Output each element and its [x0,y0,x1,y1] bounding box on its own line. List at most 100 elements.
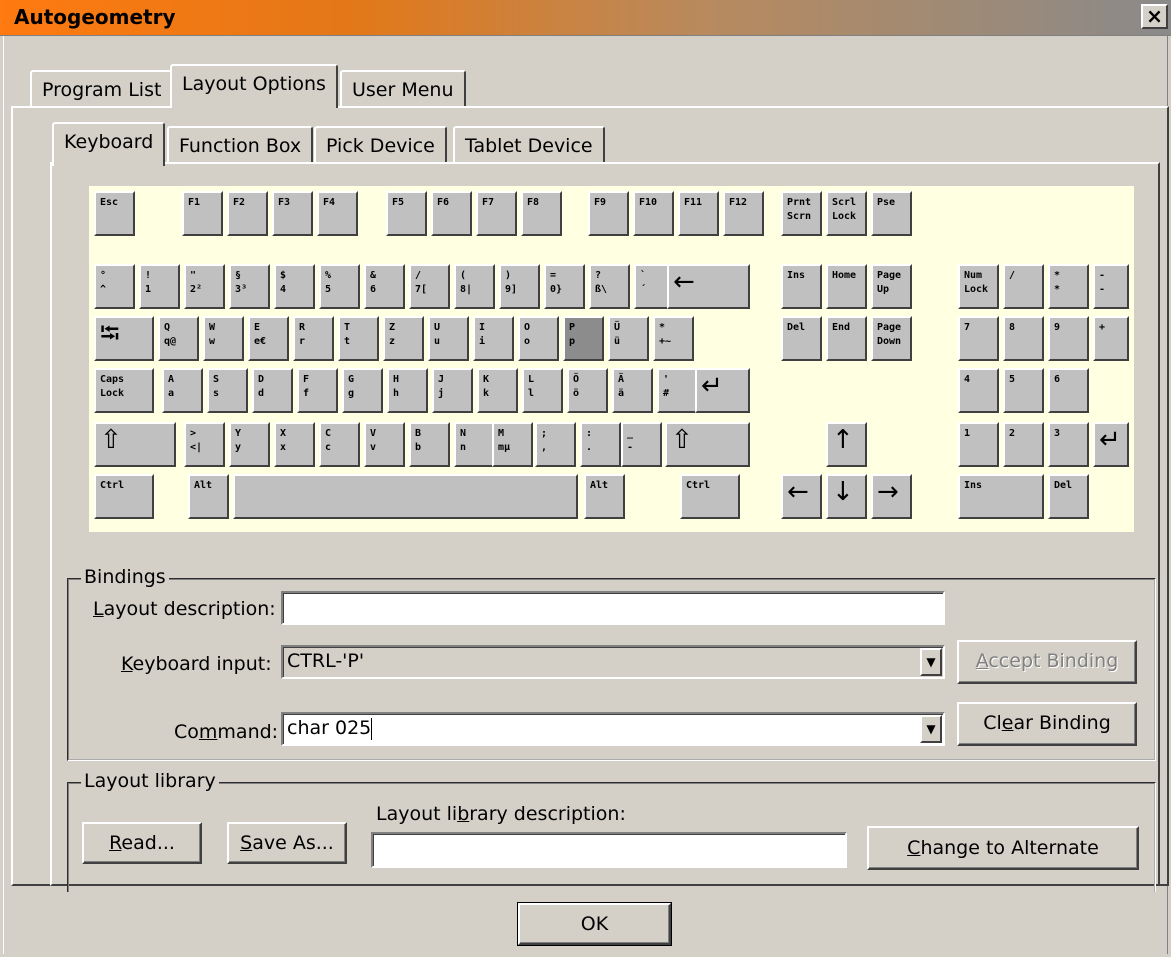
clear-binding-button[interactable]: Clear Binding [957,702,1137,746]
key-l[interactable]: L l [522,368,563,413]
key-period[interactable]: : . [580,422,621,467]
key-g[interactable]: G g [342,368,383,413]
keyboard-input-combo[interactable]: CTRL-'P' ▼ [281,645,945,679]
key-k[interactable]: K k [477,368,518,413]
key-f1[interactable]: F1 [182,191,223,236]
key-pause[interactable]: Pse [871,191,912,236]
key-a[interactable]: A a [162,368,203,413]
key-numpad-3[interactable]: 3 [1048,422,1089,467]
key-numpad-0[interactable]: Ins [958,474,1044,519]
key-3[interactable]: § 3³ [229,264,270,309]
key-alt-gr[interactable]: Alt [584,474,625,519]
key-backspace[interactable]: ← [667,264,750,309]
key-less-than[interactable]: > <| [184,422,225,467]
tab-program-list[interactable]: Program List [30,70,174,108]
key-z[interactable]: Z z [383,316,424,361]
key-a-umlaut[interactable]: Ä ä [612,368,653,413]
key-f9[interactable]: F9 [588,191,629,236]
key-f10[interactable]: F10 [633,191,674,236]
tab-user-menu[interactable]: User Menu [340,70,466,108]
key-enter[interactable]: ↵ [695,368,750,413]
key-print-screen[interactable]: Prnt Scrn [781,191,822,236]
layout-description-input[interactable] [281,591,945,625]
tab-function-box[interactable]: Function Box [167,126,314,164]
key-caret[interactable]: ° ^ [94,264,135,309]
key-b[interactable]: B b [409,422,450,467]
key-right-shift[interactable]: ⇧ [665,422,750,467]
key-1[interactable]: ! 1 [139,264,180,309]
key-left-alt[interactable]: Alt [188,474,229,519]
dropdown-arrow-icon[interactable]: ▼ [920,648,942,676]
key-f8[interactable]: F8 [521,191,562,236]
key-t[interactable]: T t [338,316,379,361]
key-numpad-7[interactable]: 7 [958,316,999,361]
key-minus[interactable]: _ - [621,422,662,467]
tab-layout-options[interactable]: Layout Options [170,64,338,108]
key-f[interactable]: F f [297,368,338,413]
read-button[interactable]: Read... [82,822,202,864]
key-left-shift[interactable]: ⇧ [94,422,176,467]
key-m[interactable]: M mµ [492,422,533,467]
layout-library-description-input[interactable] [371,832,847,868]
tab-pick-device[interactable]: Pick Device [314,126,447,164]
key-plus[interactable]: * +~ [653,316,694,361]
key-f2[interactable]: F2 [227,191,268,236]
key-numpad-6[interactable]: 6 [1048,368,1089,413]
ok-button[interactable]: OK [517,902,672,946]
key-tab[interactable]: ⭾ [94,316,154,361]
key-v[interactable]: V v [364,422,405,467]
key-right-ctrl[interactable]: Ctrl [680,474,740,519]
key-p-selected[interactable]: P p [563,316,604,361]
key-r[interactable]: R r [293,316,334,361]
key-numpad-add[interactable]: + [1093,316,1129,361]
key-o-umlaut[interactable]: Ö ö [567,368,608,413]
key-c[interactable]: C c [319,422,360,467]
key-j[interactable]: J j [432,368,473,413]
key-f3[interactable]: F3 [272,191,313,236]
key-hash[interactable]: ' # [657,368,698,413]
key-numpad-5[interactable]: 5 [1003,368,1044,413]
key-0[interactable]: = 0} [544,264,585,309]
key-y[interactable]: Y y [229,422,270,467]
key-d[interactable]: D d [252,368,293,413]
key-7[interactable]: / 7[ [409,264,450,309]
key-esc[interactable]: Esc [94,191,135,236]
key-5[interactable]: % 5 [319,264,360,309]
key-6[interactable]: & 6 [364,264,405,309]
key-arrow-down[interactable]: ↓ [826,474,867,519]
key-n[interactable]: N n [454,422,495,467]
key-numpad-divide[interactable]: / [1003,264,1044,309]
key-u[interactable]: U u [428,316,469,361]
key-insert[interactable]: Ins [781,264,822,309]
key-f5[interactable]: F5 [386,191,427,236]
key-numpad-4[interactable]: 4 [958,368,999,413]
key-numpad-8[interactable]: 8 [1003,316,1044,361]
key-arrow-up[interactable]: ↑ [826,422,867,467]
key-space[interactable] [233,474,578,519]
key-left-ctrl[interactable]: Ctrl [94,474,154,519]
key-scroll-lock[interactable]: Scrl Lock [826,191,867,236]
key-w[interactable]: W w [203,316,244,361]
key-numpad-9[interactable]: 9 [1048,316,1089,361]
key-caps-lock[interactable]: Caps Lock [94,368,154,413]
key-2[interactable]: " 2² [184,264,225,309]
change-to-alternate-button[interactable]: Change to Alternate [867,826,1139,870]
save-as-button[interactable]: Save As... [227,822,347,864]
accept-binding-button[interactable]: Accept Binding [957,640,1137,684]
key-f12[interactable]: F12 [723,191,764,236]
key-x[interactable]: X x [274,422,315,467]
key-u-umlaut[interactable]: Ü ü [608,316,649,361]
key-q[interactable]: Q q@ [158,316,199,361]
key-page-down[interactable]: Page Down [871,316,912,361]
key-page-up[interactable]: Page Up [871,264,912,309]
tab-keyboard[interactable]: Keyboard [52,122,166,166]
key-f6[interactable]: F6 [431,191,472,236]
key-numpad-enter[interactable]: ↵ [1093,422,1129,467]
key-numpad-1[interactable]: 1 [958,422,999,467]
key-4[interactable]: $ 4 [274,264,315,309]
key-arrow-right[interactable]: → [871,474,912,519]
key-end[interactable]: End [826,316,867,361]
key-numpad-2[interactable]: 2 [1003,422,1044,467]
key-home[interactable]: Home [826,264,867,309]
key-e[interactable]: E e€ [248,316,289,361]
